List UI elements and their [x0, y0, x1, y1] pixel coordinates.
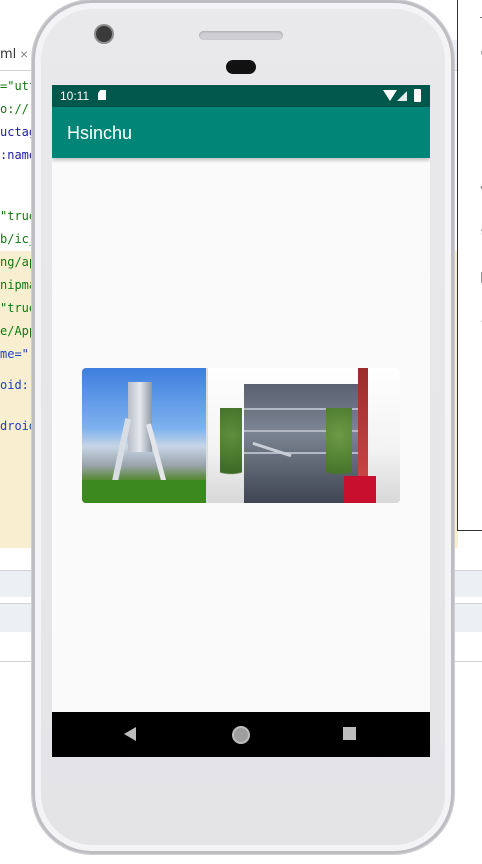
- hsinchu-photo: [82, 368, 400, 503]
- red-sign: [344, 476, 376, 503]
- wifi-icon: [383, 90, 397, 101]
- app-title: Hsinchu: [67, 123, 133, 143]
- navigation-bar: [52, 712, 430, 757]
- code-line: oid:r: [0, 378, 37, 392]
- sculpture: [110, 418, 132, 488]
- code-line: ng/ap: [0, 255, 37, 269]
- proximity-sensor: [226, 60, 256, 74]
- home-circle-icon[interactable]: [232, 726, 250, 744]
- signal-icon: [397, 91, 407, 101]
- code-line: "true: [0, 209, 37, 223]
- code-line: ="utf: [0, 79, 37, 93]
- code-line: me=": [0, 347, 29, 361]
- ide-right-panel: – ○ ‹ ↻ ▯ ·: [457, 0, 482, 531]
- photo-left-panel: [82, 368, 206, 503]
- tree: [220, 408, 242, 498]
- recents-square-icon[interactable]: [343, 727, 356, 740]
- code-line: droid: [0, 419, 37, 433]
- photo-right-panel: [208, 368, 400, 503]
- code-line: :name: [0, 148, 37, 162]
- speaker-grille: [199, 31, 283, 40]
- tower-building: [128, 382, 152, 452]
- app-bar: Hsinchu: [52, 107, 430, 158]
- editor-tab-label: ml: [0, 47, 17, 62]
- camera-icon: [96, 26, 112, 42]
- close-icon[interactable]: ×: [20, 46, 28, 62]
- lawn: [82, 480, 206, 503]
- sd-card-icon: [98, 90, 106, 100]
- code-line: o://:: [0, 102, 37, 116]
- back-triangle-icon[interactable]: [124, 727, 136, 741]
- code-line: e/App: [0, 324, 37, 338]
- phone-screen: 10:11 Hsinchu: [52, 85, 430, 757]
- code-line: b/ic_: [0, 232, 37, 246]
- sculpture: [146, 423, 167, 485]
- battery-icon: [414, 89, 421, 102]
- status-time: 10:11: [60, 89, 90, 103]
- code-line: "true: [0, 301, 37, 315]
- code-line: uctag: [0, 125, 37, 139]
- code-line: nipma: [0, 278, 37, 292]
- status-bar: 10:11: [52, 85, 430, 107]
